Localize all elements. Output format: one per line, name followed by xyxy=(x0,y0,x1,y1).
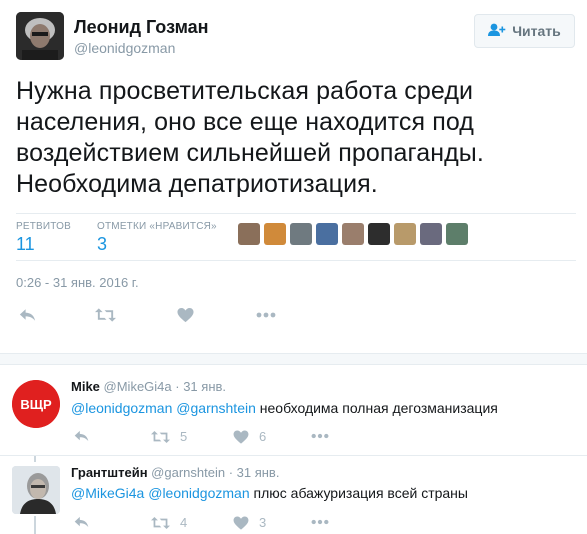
heart-icon xyxy=(233,516,249,530)
liker-avatars xyxy=(238,223,468,245)
liker-avatar[interactable] xyxy=(238,223,260,245)
mention-link[interactable]: @leonidgozman xyxy=(71,400,172,416)
more-icon xyxy=(256,312,276,318)
more-icon xyxy=(311,519,329,525)
mention-link[interactable]: @garnshtein xyxy=(176,400,256,416)
retweets-count[interactable]: 11 xyxy=(16,234,35,255)
liker-avatar[interactable] xyxy=(394,223,416,245)
main-tweet: Леонид Гозман @leonidgozman Читать Нужна… xyxy=(0,0,587,353)
retweet-button[interactable]: 4 xyxy=(151,515,187,530)
reply-tweet: Грантштейн @garnshtein · 31 янв. @MikeGi… xyxy=(0,456,587,534)
reply-avatar[interactable]: ВЩР xyxy=(12,380,60,428)
reply-author-handle[interactable]: @garnshtein xyxy=(151,465,225,480)
reply-body: плюс абажуризация всей страны xyxy=(253,485,468,501)
divider xyxy=(16,260,576,261)
reply-button[interactable] xyxy=(73,515,90,529)
retweet-count: 5 xyxy=(180,429,188,444)
reply-icon xyxy=(73,429,90,443)
reply-header: Mike @MikeGi4a · 31 янв. xyxy=(71,379,226,394)
avatar-text: ВЩР xyxy=(20,397,52,412)
liker-avatar[interactable] xyxy=(420,223,442,245)
reply-button[interactable] xyxy=(73,429,90,443)
liker-avatar[interactable] xyxy=(342,223,364,245)
more-button[interactable] xyxy=(311,433,329,439)
tweet-text: Нужна просветительская работа среди насе… xyxy=(16,77,484,198)
more-button[interactable] xyxy=(311,519,329,525)
reply-text: @MikeGi4a @leonidgozman плюс абажуризаци… xyxy=(71,485,468,501)
retweet-button[interactable] xyxy=(95,307,116,323)
liker-avatar[interactable] xyxy=(316,223,338,245)
liker-avatar[interactable] xyxy=(290,223,312,245)
more-button[interactable] xyxy=(256,312,276,318)
reply-author-handle[interactable]: @MikeGi4a xyxy=(104,379,172,394)
reply-avatar[interactable] xyxy=(12,466,60,514)
liker-avatar[interactable] xyxy=(446,223,468,245)
reply-time[interactable]: · 31 янв. xyxy=(229,465,280,480)
divider xyxy=(16,213,576,214)
reply-header: Грантштейн @garnshtein · 31 янв. xyxy=(71,465,279,480)
reply-icon xyxy=(18,307,37,323)
reply-button[interactable] xyxy=(18,307,37,323)
user-plus-icon xyxy=(488,23,506,40)
tweet-timestamp[interactable]: 0:26 - 31 янв. 2016 г. xyxy=(16,275,139,290)
likes-label: ОТМЕТКИ «НРАВИТСЯ» xyxy=(97,221,217,232)
more-icon xyxy=(311,433,329,439)
retweet-icon xyxy=(151,430,170,444)
reply-author-name[interactable]: Грантштейн xyxy=(71,465,148,480)
reply-text: @leonidgozman @garnshtein необходима пол… xyxy=(71,400,498,416)
like-count: 6 xyxy=(259,429,267,444)
retweet-icon xyxy=(95,307,116,323)
like-count: 3 xyxy=(259,515,267,530)
retweet-count: 4 xyxy=(180,515,188,530)
reply-tweet: ВЩР Mike @MikeGi4a · 31 янв. @leonidgozm… xyxy=(0,366,587,455)
heart-icon xyxy=(233,430,249,444)
follow-button[interactable]: Читать xyxy=(474,14,575,48)
follow-button-label: Читать xyxy=(512,23,561,39)
heart-icon xyxy=(177,307,194,323)
thread-line xyxy=(34,516,36,534)
retweet-icon xyxy=(151,516,170,530)
likes-count[interactable]: 3 xyxy=(97,234,107,255)
retweets-label: РЕТВИТОВ xyxy=(16,221,72,232)
retweet-button[interactable]: 5 xyxy=(151,429,187,444)
reply-body: необходима полная дегозманизация xyxy=(259,400,498,416)
author-name[interactable]: Леонид Гозман xyxy=(74,17,209,38)
reply-author-name[interactable]: Mike xyxy=(71,379,100,394)
author-avatar[interactable] xyxy=(16,12,64,60)
liker-avatar[interactable] xyxy=(264,223,286,245)
like-button[interactable]: 6 xyxy=(233,429,266,444)
liker-avatar[interactable] xyxy=(368,223,390,245)
reply-time[interactable]: · 31 янв. xyxy=(175,379,226,394)
reply-icon xyxy=(73,515,90,529)
section-gap xyxy=(0,353,587,365)
like-button[interactable] xyxy=(177,307,194,323)
author-handle[interactable]: @leonidgozman xyxy=(74,40,175,56)
mention-link[interactable]: @leonidgozman xyxy=(148,485,249,501)
like-button[interactable]: 3 xyxy=(233,515,266,530)
mention-link[interactable]: @MikeGi4a xyxy=(71,485,144,501)
